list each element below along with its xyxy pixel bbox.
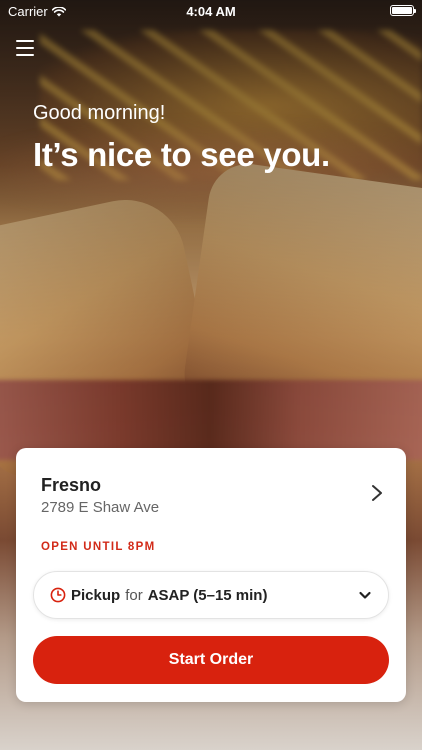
chevron-right-icon (372, 485, 382, 501)
order-connector: for (125, 586, 143, 604)
menu-icon-line-2 (16, 47, 34, 49)
pickup-time-select[interactable]: Pickup for ASAP (5–15 min) (33, 571, 389, 619)
order-time: ASAP (5–15 min) (147, 586, 268, 604)
store-address: 2789 E Shaw Ave (41, 499, 160, 516)
chevron-down-icon (359, 591, 371, 599)
clock-icon (50, 587, 66, 603)
status-time: 4:04 AM (186, 4, 236, 19)
store-selector[interactable]: Fresno 2789 E Shaw Ave (16, 448, 406, 528)
store-card: Fresno 2789 E Shaw Ave OPEN UNTIL 8PM Pi… (16, 448, 406, 702)
battery-fill (392, 7, 412, 14)
menu-icon-line-1 (16, 40, 34, 42)
page-title: It’s nice to see you. (33, 136, 330, 173)
status-bar: Carrier 4:04 AM (0, 0, 422, 22)
start-order-button[interactable]: Start Order (33, 636, 389, 684)
store-hours-status: OPEN UNTIL 8PM (41, 541, 156, 553)
greeting-text: Good morning! (33, 102, 166, 124)
menu-button[interactable] (16, 40, 34, 56)
order-mode: Pickup (71, 586, 121, 604)
store-name: Fresno (41, 475, 102, 495)
battery-icon (390, 5, 416, 16)
menu-icon-line-3 (16, 54, 34, 56)
